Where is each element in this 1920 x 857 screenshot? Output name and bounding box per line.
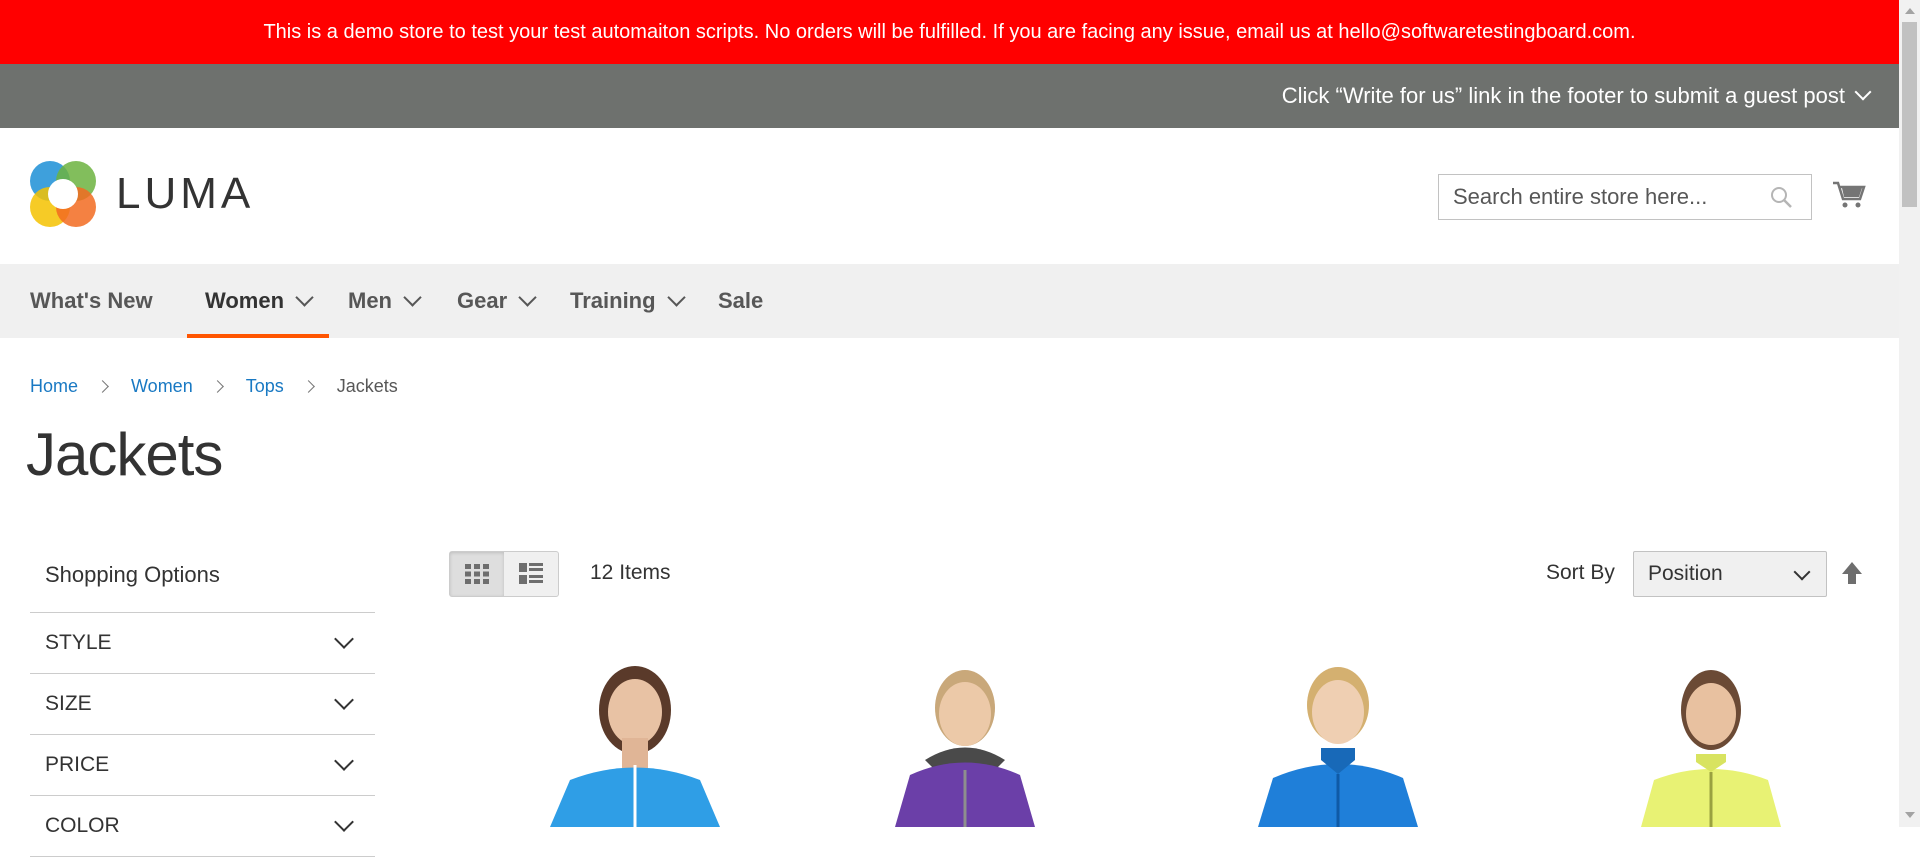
page-scrollbar[interactable]: [1899, 0, 1920, 827]
chevron-down-icon[interactable]: [1793, 563, 1811, 581]
breadcrumb-current: Jackets: [336, 376, 398, 396]
cart-icon[interactable]: [1832, 178, 1866, 212]
header: LUMA: [0, 128, 1899, 264]
main-nav: What's New Women Men Gear Training Sale: [0, 264, 1899, 338]
logo-text[interactable]: LUMA: [116, 169, 254, 219]
breadcrumb: Home Women Tops Jackets: [30, 376, 398, 397]
nav-item-gear[interactable]: Gear: [457, 264, 537, 338]
product-item-3[interactable]: [1213, 650, 1463, 827]
scrollbar-thumb[interactable]: [1902, 22, 1917, 207]
list-icon[interactable]: [519, 563, 543, 585]
demo-notice-bar: This is a demo store to test your test a…: [0, 0, 1899, 64]
luma-logo-icon[interactable]: [30, 161, 96, 227]
page-title: Jackets: [26, 421, 223, 488]
filter-label[interactable]: STYLE: [45, 631, 112, 655]
view-mode-switcher: [449, 551, 559, 597]
items-count: 12 Items: [590, 561, 671, 584]
sort-by-value[interactable]: Position: [1648, 562, 1723, 586]
nav-label[interactable]: What's New: [30, 288, 153, 314]
filter-label[interactable]: SIZE: [45, 692, 92, 716]
breadcrumb-women[interactable]: Women: [131, 376, 193, 397]
nav-item-sale[interactable]: Sale: [718, 264, 763, 338]
chevron-down-icon[interactable]: [334, 690, 354, 710]
search-box[interactable]: [1438, 174, 1812, 220]
chevron-down-icon[interactable]: [666, 287, 686, 307]
shopping-options-sidebar: Shopping Options STYLE SIZE PRICE COLOR: [30, 548, 375, 857]
product-image[interactable]: [1213, 650, 1463, 827]
product-image[interactable]: [1586, 650, 1836, 827]
grid-icon[interactable]: [465, 564, 489, 584]
chevron-down-icon[interactable]: [403, 287, 422, 307]
promo-text[interactable]: Click “Write for us” link in the footer …: [1282, 83, 1845, 109]
sort-ascending-arrow-icon[interactable]: [1839, 560, 1865, 586]
nav-label[interactable]: Training: [570, 288, 656, 314]
chevron-down-icon[interactable]: [295, 287, 314, 307]
logo[interactable]: LUMA: [30, 161, 254, 227]
product-image[interactable]: [840, 650, 1090, 827]
search-input[interactable]: [1439, 175, 1767, 219]
product-image[interactable]: [510, 650, 760, 827]
filter-size[interactable]: SIZE: [30, 674, 375, 735]
grid-view-button[interactable]: [450, 552, 504, 596]
product-item-4[interactable]: [1586, 650, 1836, 827]
nav-item-women[interactable]: Women: [186, 264, 330, 338]
promo-bar[interactable]: Click “Write for us” link in the footer …: [0, 64, 1899, 128]
nav-label[interactable]: Sale: [718, 288, 763, 314]
list-view-button[interactable]: [504, 552, 558, 596]
demo-notice-text: This is a demo store to test your test a…: [263, 20, 1636, 43]
nav-label[interactable]: Gear: [457, 288, 507, 314]
scroll-down-arrow-icon[interactable]: [1905, 812, 1915, 818]
chevron-down-icon[interactable]: [518, 287, 537, 307]
scroll-up-arrow-icon[interactable]: [1905, 8, 1915, 14]
chevron-right-icon: [301, 380, 315, 393]
filter-price[interactable]: PRICE: [30, 735, 375, 796]
chevron-right-icon: [96, 380, 109, 393]
chevron-down-icon[interactable]: [334, 629, 354, 649]
filter-label[interactable]: COLOR: [45, 814, 120, 838]
nav-item-whats-new[interactable]: What's New: [30, 264, 153, 338]
nav-item-men[interactable]: Men: [348, 264, 422, 338]
sort-by-label: Sort By: [1546, 561, 1615, 584]
sort-by-select[interactable]: Position: [1633, 551, 1827, 597]
nav-item-training[interactable]: Training: [570, 264, 686, 338]
search-icon[interactable]: [1769, 185, 1793, 209]
chevron-right-icon: [210, 380, 224, 393]
filter-style[interactable]: STYLE: [30, 613, 375, 674]
product-item-2[interactable]: [840, 650, 1090, 827]
nav-label[interactable]: Men: [348, 288, 392, 314]
chevron-down-icon[interactable]: [334, 751, 354, 771]
breadcrumb-tops[interactable]: Tops: [246, 376, 284, 397]
products-toolbar: 12 Items Sort By Position: [449, 551, 1869, 597]
nav-label[interactable]: Women: [205, 288, 284, 314]
shopping-options-title: Shopping Options: [30, 548, 375, 613]
chevron-down-icon[interactable]: [334, 812, 354, 832]
filter-label[interactable]: PRICE: [45, 753, 109, 777]
breadcrumb-home[interactable]: Home: [30, 376, 78, 397]
chevron-down-icon[interactable]: [1854, 83, 1872, 101]
product-item-1[interactable]: [510, 650, 760, 827]
